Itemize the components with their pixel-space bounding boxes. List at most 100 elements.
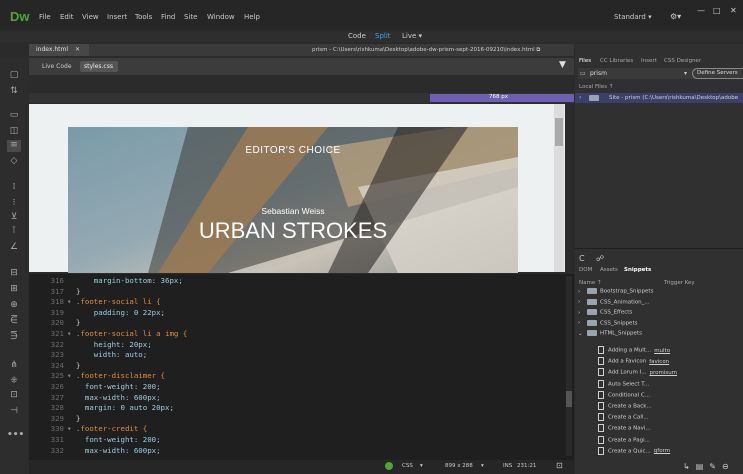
preview-in-browser-icon[interactable]: ⊡ [556,461,563,470]
snippet-item[interactable]: Auto Select T... [598,379,652,388]
live-view-button[interactable]: Live ▾ [402,32,422,40]
snippet-item[interactable]: Create a Pagi... [598,435,653,444]
code-line[interactable]: 328 margin: 0 auto 20px; [29,403,174,412]
filter-icon[interactable]: ▼ [559,60,566,70]
code-scrollbar[interactable] [566,276,572,456]
status-language[interactable]: CSS [402,463,413,469]
select-parent-tag-icon[interactable]: ⊻ [7,212,21,222]
code-scroll-thumb[interactable] [566,391,572,407]
chevron-right-icon[interactable]: › [578,299,587,305]
preview-scroll-thumb[interactable] [555,118,563,146]
tab-assets[interactable]: Assets [600,267,618,273]
snippet-item[interactable]: Add Lorum I... promisum [598,368,677,377]
tab-cc-libraries[interactable]: CC Libraries [600,58,633,64]
snippet-item[interactable]: Adding a Mult... multo [598,346,670,354]
menu-site[interactable]: Site [184,13,197,21]
code-line[interactable]: 318 ▾ .footer-social li { [29,297,161,306]
preview-scrollbar[interactable] [554,104,564,272]
tab-insert[interactable]: Insert [641,58,657,64]
chevron-right-icon[interactable]: › [578,320,587,326]
connect-icon[interactable]: ☍ [596,254,604,263]
fold-arrow-icon[interactable]: ▾ [67,371,76,380]
column-name[interactable]: Name ↑ [579,280,602,286]
code-line[interactable]: 324} [29,361,81,370]
menu-edit[interactable]: Edit [60,13,74,21]
code-line[interactable]: 332 max-width: 600px; [29,446,161,455]
snippet-folder[interactable]: › Bootstrap_Snippets [578,288,653,295]
close-icon[interactable]: ✕ [75,46,80,53]
gear-icon[interactable]: ⚙▾ [670,12,681,21]
move-css-icon[interactable]: ⊣ [7,406,21,416]
status-window-size[interactable]: 899 x 288 [445,463,473,469]
menu-help[interactable]: Help [244,13,260,21]
snippet-folder[interactable]: › CSS_Snippets [578,319,637,326]
status-insert-mode[interactable]: INS [503,463,512,469]
tab-snippets[interactable]: Snippets [624,267,651,273]
snippet-folder[interactable]: › CSS_Effects [578,309,632,316]
code-line[interactable]: 327 max-width: 600px; [29,393,161,402]
fold-arrow-icon[interactable]: ▾ [67,424,76,433]
menu-insert[interactable]: Insert [107,13,127,21]
tab-css-designer[interactable]: CSS Designer [664,58,701,64]
tab-dom[interactable]: DOM [579,267,592,273]
code-line[interactable]: 331 font-weight: 200; [29,435,161,444]
snippet-folder[interactable]: ⌄ HTML_Snippets [578,330,642,337]
code-view-button[interactable]: Code [348,32,366,40]
code-line[interactable]: 330 ▾ .footer-credit { [29,424,148,433]
balance-braces-icon[interactable]: ⊺ [7,226,21,236]
split-view-button[interactable]: Split [375,32,391,40]
live-view-options-icon[interactable]: ▭ [7,110,21,120]
code-line[interactable]: 322 height: 20px; [29,340,152,349]
code-line[interactable]: 321 ▾ .footer-social li a img { [29,329,188,338]
code-line[interactable]: 317} [29,287,81,296]
menu-window[interactable]: Window [207,13,235,21]
code-line[interactable]: 323 width: auto; [29,350,148,359]
fold-arrow-icon[interactable]: ▾ [67,329,76,338]
snippet-item[interactable]: Create a Navi... [598,424,654,433]
inspect-icon[interactable]: ◫ [7,126,21,136]
code-line[interactable]: 320} [29,318,81,327]
chevron-right-icon[interactable]: › [579,94,581,101]
snippet-item[interactable]: Conditional C... [598,390,653,399]
menu-tools[interactable]: Tools [135,13,152,21]
expand-icon[interactable]: ⁝ [7,198,21,208]
chevron-right-icon[interactable]: › [578,289,587,295]
chevron-down-icon[interactable]: ▾ [420,463,423,469]
comment-icon[interactable]: ◇ [7,156,21,166]
chevron-right-icon[interactable]: › [578,310,587,316]
document-tab[interactable]: index.html ✕ [29,44,89,56]
code-line[interactable]: 316 margin-bottom: 36px; [29,276,183,285]
highlight-invalid-icon[interactable]: ⊟ [7,268,21,278]
minimize-button[interactable]: — [697,6,705,15]
snippet-icon[interactable]: ⁜ [7,376,21,386]
code-line[interactable]: 326 font-weight: 200; [29,382,161,391]
chevron-down-icon[interactable]: ▾ [481,463,484,469]
format-source-icon[interactable]: ≡ [7,140,21,152]
code-line[interactable]: 325 ▾ .footer-disclaimer { [29,371,165,380]
snippet-item[interactable]: Create a Call... [598,413,652,422]
menu-view[interactable]: View [82,13,99,21]
fold-arrow-icon[interactable]: ▾ [67,297,76,306]
collapse-tag-icon[interactable]: ⁞ [7,182,21,192]
snippet-item[interactable]: Create a Quic... qform [598,446,670,455]
workspace-switcher[interactable]: Standard ▾ [614,13,652,21]
chevron-down-icon[interactable]: ⌄ [578,331,587,337]
syntax-error-icon[interactable]: ⊞ [7,284,21,294]
snippet-folder[interactable]: › CSS_Animation_... [578,298,650,305]
snippet-item[interactable]: Create a Back... [598,402,655,410]
code-line[interactable]: 319 padding: 0 22px; [29,308,165,317]
menu-file[interactable]: File [39,13,51,21]
snippet-actions-icons[interactable]: ↳▤✎⊖ [683,462,735,471]
line-numbers-icon[interactable]: ∠ [7,242,21,252]
outdent-icon[interactable]: ⋽ [7,332,21,342]
apply-comment-icon[interactable]: ⊕ [7,300,21,310]
tab-files[interactable]: Files [579,58,591,64]
related-file-live-code[interactable]: Live Code [42,63,72,70]
related-file-styles-css[interactable]: styles.css [80,61,118,72]
define-servers-button[interactable]: Define Servers [692,68,743,79]
site-root-row[interactable]: › Site - prism (C:\Users\rishkuma\Deskto… [575,93,743,103]
snippet-item[interactable]: Add a Favicon favicon [598,357,669,366]
close-button[interactable]: ✕ [730,6,737,15]
recent-snippets-icon[interactable]: ⊡ [7,390,21,400]
file-management-icon[interactable]: ⇅ [7,86,21,96]
